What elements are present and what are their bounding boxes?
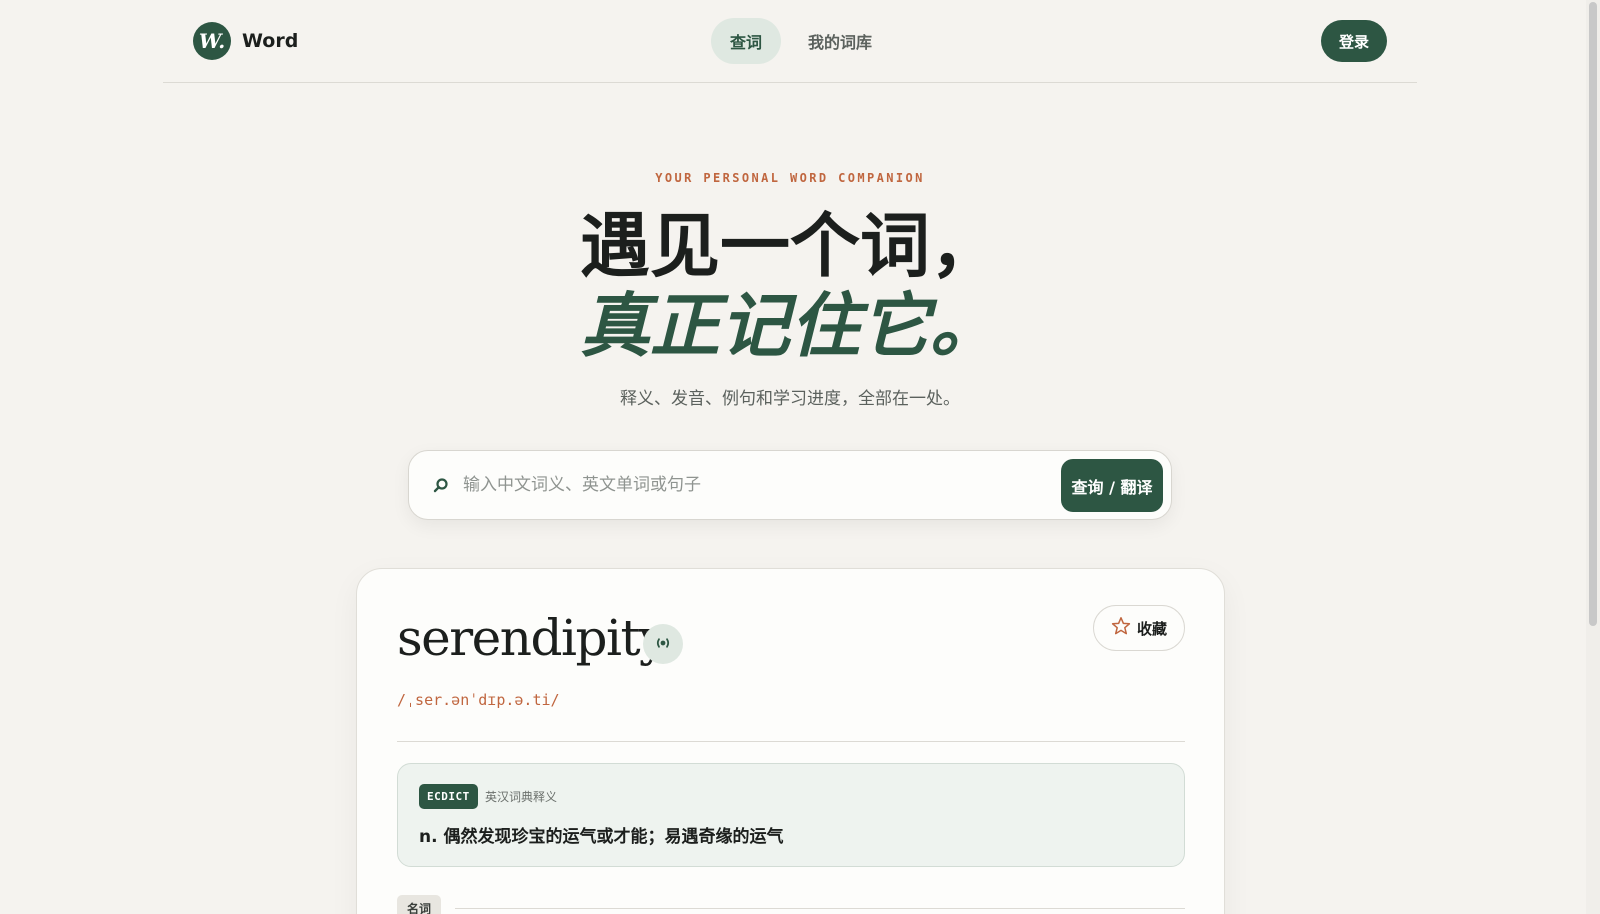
search-bar: 查询 / 翻译 bbox=[408, 450, 1172, 520]
section-divider bbox=[455, 908, 1185, 909]
word-result-card: serendipity 收藏 /ˌser.ənˈdɪp.ə.ti/ ECDICT bbox=[356, 568, 1225, 914]
divider bbox=[397, 741, 1185, 742]
hero-headline: 遇见一个词， 真正记住它。 bbox=[0, 206, 1580, 366]
logo-mark-icon: W. bbox=[193, 22, 231, 60]
pronounce-button[interactable] bbox=[643, 624, 683, 664]
part-of-speech-tag: 名词 bbox=[397, 895, 442, 914]
logo[interactable]: W. Word bbox=[193, 22, 298, 60]
headword: serendipity bbox=[397, 609, 667, 667]
hero-eyebrow: YOUR PERSONAL WORD COMPANION bbox=[655, 171, 925, 185]
main-nav: 查词 我的词库 bbox=[711, 18, 899, 64]
phonetic-transcription: /ˌser.ənˈdɪp.ə.ti/ bbox=[397, 691, 560, 709]
tab-my-wordbook[interactable]: 我的词库 bbox=[789, 18, 891, 64]
page-scrollbar[interactable] bbox=[1586, 0, 1600, 914]
search-input[interactable] bbox=[463, 465, 1033, 505]
favorite-label: 收藏 bbox=[1136, 619, 1167, 638]
dictionary-definition-box: ECDICT 英汉词典释义 n. 偶然发现珍宝的运气或才能；易遇奇缘的运气 bbox=[397, 763, 1185, 867]
search-icon bbox=[431, 476, 451, 496]
hero-subtitle: 释义、发音、例句和学习进度，全部在一处。 bbox=[620, 389, 960, 409]
scrollbar-thumb[interactable] bbox=[1589, 2, 1597, 626]
login-button[interactable]: 登录 bbox=[1321, 20, 1387, 62]
dictionary-definition: n. 偶然发现珍宝的运气或才能；易遇奇缘的运气 bbox=[419, 827, 784, 847]
hero-headline-line2: 真正记住它。 bbox=[580, 284, 1000, 367]
brand-name: Word bbox=[242, 30, 299, 52]
favorite-button[interactable]: 收藏 bbox=[1093, 605, 1185, 651]
hero-headline-line1: 遇见一个词， bbox=[580, 204, 1000, 287]
star-icon bbox=[1111, 616, 1131, 640]
page: W. Word 查词 我的词库 登录 YOUR PERSONAL WORD CO… bbox=[0, 0, 1600, 914]
dictionary-source-label: 英汉词典释义 bbox=[485, 790, 558, 804]
dictionary-badge: ECDICT bbox=[419, 784, 478, 809]
speaker-icon bbox=[654, 635, 672, 654]
tab-lookup[interactable]: 查词 bbox=[711, 18, 782, 64]
search-submit-button[interactable]: 查询 / 翻译 bbox=[1061, 459, 1163, 512]
top-nav-bar: W. Word 查词 我的词库 登录 bbox=[163, 0, 1417, 83]
